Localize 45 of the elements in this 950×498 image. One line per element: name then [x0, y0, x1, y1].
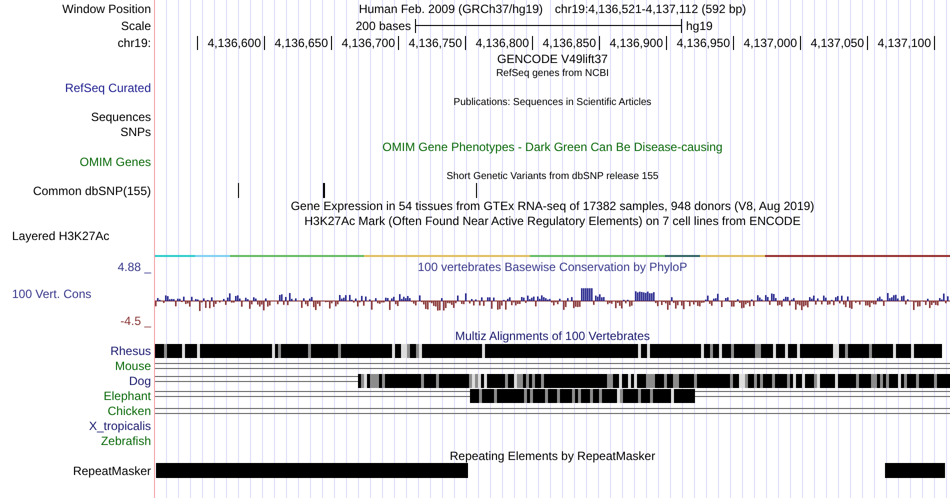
track-label[interactable]: Sequences	[90, 110, 151, 124]
coordinate-label: 4,136,700	[332, 36, 399, 50]
track-title: 100 vertebrates Basewise Conservation by PhyloP	[418, 260, 688, 274]
track-label[interactable]: Scale	[120, 18, 151, 32]
assembly-label: hg19	[685, 18, 713, 32]
track-label[interactable]: -4.5 _	[120, 314, 151, 328]
track-label[interactable]: RefSeq Curated	[64, 80, 151, 94]
coordinate-label: 4,136,850	[533, 36, 600, 50]
coordinate-label: 4,136,950	[667, 36, 734, 50]
track-title: Multiz Alignments of 100 Vertebrates	[455, 328, 650, 342]
track-title: Repeating Elements by RepeatMasker	[450, 448, 656, 462]
track-label[interactable]: X_tropicalis	[88, 418, 151, 432]
coordinate-label: 4,136,900	[600, 36, 667, 50]
track-label[interactable]: Zebrafish	[100, 434, 151, 448]
coordinate-label: 4,137,100	[868, 36, 935, 50]
scale-label: 200 bases	[354, 18, 412, 32]
track-label[interactable]: Chicken	[108, 404, 151, 418]
assembly-title: Human Feb. 2009 (GRCh37/hg19)	[358, 2, 543, 16]
track-label[interactable]: RepeatMasker	[72, 464, 151, 478]
coordinate-label: 4,136,650	[265, 36, 332, 50]
track-label[interactable]: chr19:	[118, 36, 151, 50]
track-label[interactable]: Window Position	[62, 2, 151, 16]
coordinate-label: 4,136,600	[198, 36, 265, 50]
track-title: Publications: Sequences in Scientific Articles	[454, 96, 652, 108]
coordinate-label: 4,137,050	[801, 36, 868, 50]
track-label[interactable]: 100 Vert. Cons	[12, 286, 92, 300]
track-label[interactable]: SNPs	[120, 124, 151, 138]
track-title: OMIM Gene Phenotypes - Dark Green Can Be Disease-causing	[382, 140, 723, 154]
track-label[interactable]: Rhesus	[110, 344, 151, 358]
coordinate-label: 4,136,750	[399, 36, 466, 50]
coordinate-label: 4,136,800	[466, 36, 533, 50]
track-title: GENCODE V49lift37	[497, 52, 608, 66]
track-label[interactable]: Elephant	[104, 388, 151, 402]
track-label[interactable]: OMIM Genes	[80, 154, 151, 168]
position-text: chr19:4,136,521-4,137,112 (592 bp)	[554, 2, 746, 16]
coordinate-label: 4,137,000	[734, 36, 801, 50]
track-label[interactable]: Mouse	[114, 358, 151, 372]
track-title: H3K27Ac Mark (Often Found Near Active Regulatory Elements) on 7 cell lines from ENCODE	[304, 214, 801, 228]
track-label[interactable]: Layered H3K27Ac	[12, 228, 110, 242]
track-title: RefSeq genes from NCBI	[496, 68, 609, 78]
track-title: Short Genetic Variants from dbSNP release 155	[446, 170, 658, 182]
track-label[interactable]: 4.88 _	[118, 260, 151, 274]
track-title: Gene Expression in 54 tissues from GTEx RNA-seq of 17382 samples, 948 donors (V8, Aug 2019)	[290, 198, 814, 212]
track-label[interactable]: Dog	[128, 374, 151, 388]
track-label[interactable]: Common dbSNP(155)	[32, 184, 151, 198]
